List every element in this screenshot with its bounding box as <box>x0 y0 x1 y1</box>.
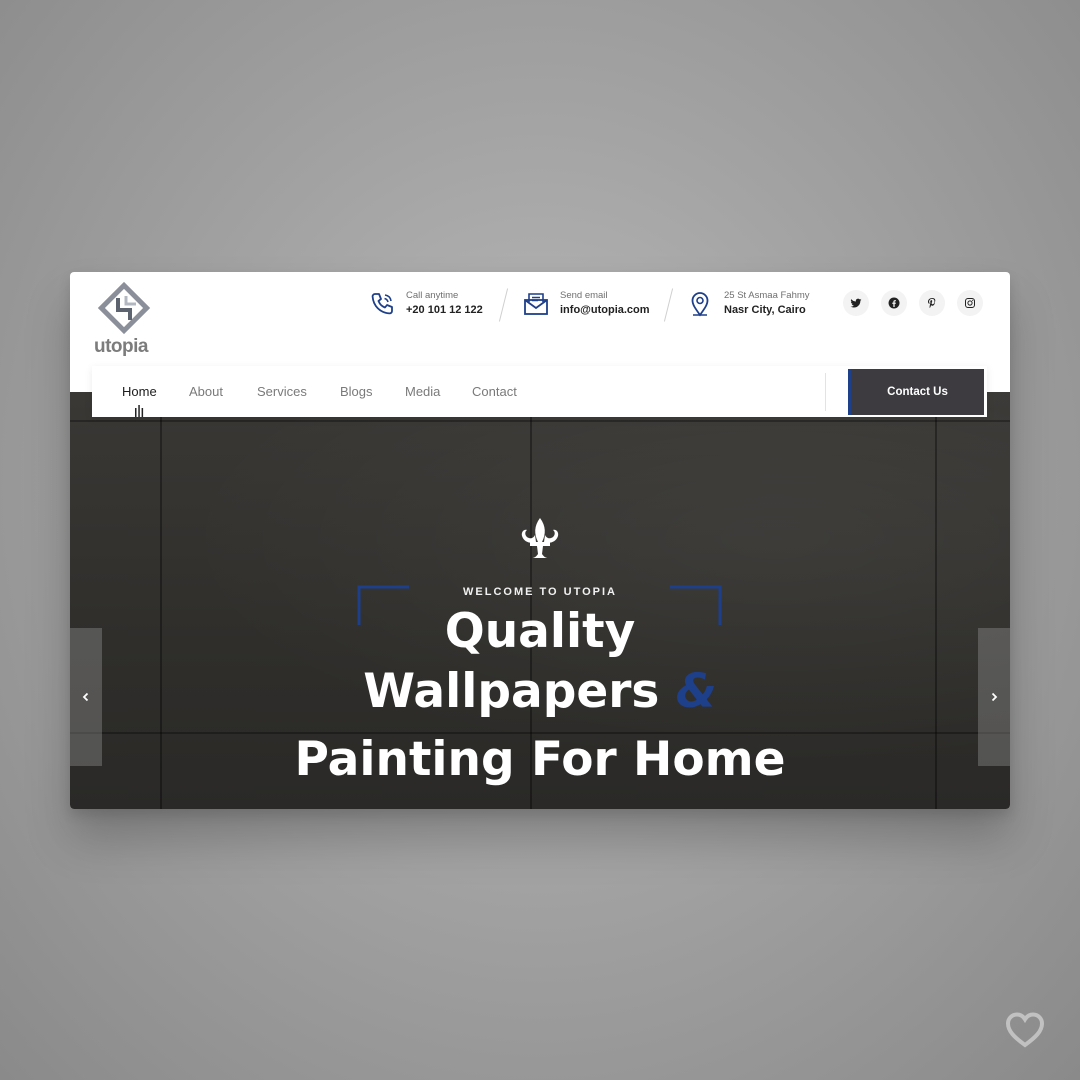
nav-divider <box>825 373 826 411</box>
hero-title-ampersand: & <box>675 664 717 719</box>
main-navigation: Home About Services Blogs Media Contact … <box>92 366 987 417</box>
chevron-left-icon <box>82 692 89 702</box>
nav-about[interactable]: About <box>189 384 223 399</box>
map-pin-icon <box>686 290 714 318</box>
contact-us-button[interactable]: Contact Us <box>848 369 984 415</box>
chevron-right-icon <box>991 692 998 702</box>
nav-blogs[interactable]: Blogs <box>340 384 373 399</box>
instagram-icon[interactable] <box>957 290 983 316</box>
email-label: Send email <box>560 290 608 301</box>
nav-home[interactable]: Home <box>122 384 157 399</box>
slider-next-button[interactable] <box>978 628 1010 766</box>
active-indicator-icon <box>135 405 144 417</box>
logo-text: utopia <box>94 336 149 357</box>
nav-services[interactable]: Services <box>257 384 307 399</box>
logo-mark-icon <box>97 281 151 335</box>
logo[interactable]: utopia <box>92 280 158 357</box>
address-label: 25 St Asmaa Fahmy <box>724 290 810 301</box>
hero-eyebrow: WELCOME TO UTOPIA <box>463 586 617 598</box>
address-value: Nasr City, Cairo <box>724 304 806 316</box>
fleur-de-lis-icon <box>521 518 559 558</box>
website-card: utopia Call anytime +20 101 12 122 Send … <box>70 272 1010 809</box>
hero-title-wallpapers: Wallpapers <box>363 664 660 719</box>
nav-media[interactable]: Media <box>405 384 440 399</box>
hero-title-line-1: Quality <box>444 604 636 659</box>
divider <box>663 288 674 322</box>
hero-title-line-2: Wallpapers & <box>70 664 1010 719</box>
envelope-icon <box>522 290 550 318</box>
slider-prev-button[interactable] <box>70 628 102 766</box>
divider <box>498 288 509 322</box>
email-value: info@utopia.com <box>560 304 650 316</box>
wall-seam <box>70 420 1010 422</box>
call-value: +20 101 12 122 <box>406 304 483 316</box>
phone-icon <box>368 290 396 318</box>
heart-watermark-icon <box>1006 1012 1044 1048</box>
nav-contact[interactable]: Contact <box>472 384 517 399</box>
call-label: Call anytime <box>406 290 459 301</box>
hero-slider: WELCOME TO UTOPIA Quality Wallpapers & P… <box>70 392 1010 809</box>
facebook-icon[interactable] <box>881 290 907 316</box>
pinterest-icon[interactable] <box>919 290 945 316</box>
hero-title-line-3: Painting For Home <box>294 732 786 787</box>
twitter-icon[interactable] <box>843 290 869 316</box>
